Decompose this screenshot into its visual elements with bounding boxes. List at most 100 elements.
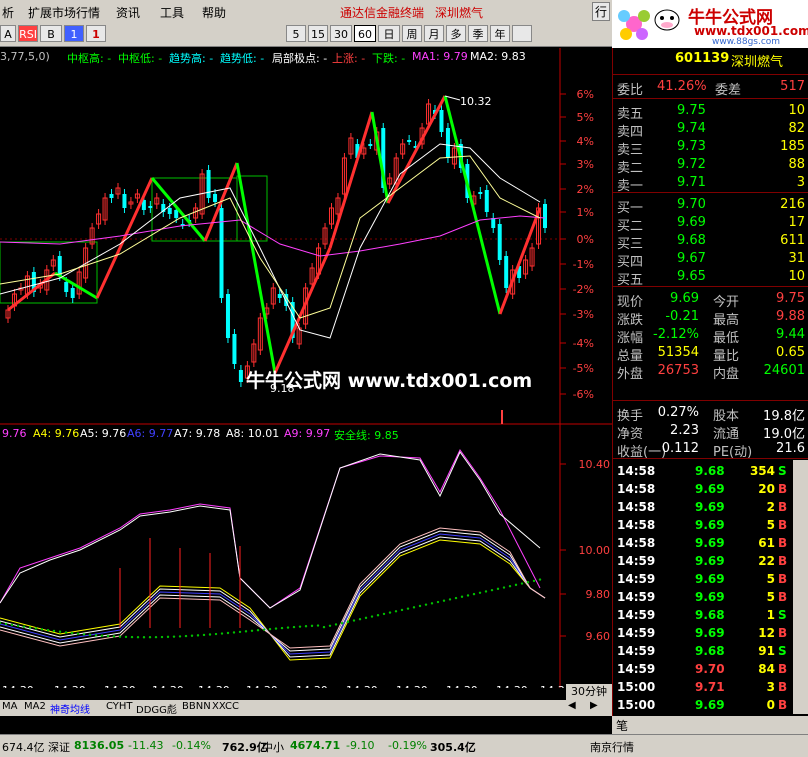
safety-line-dot [262,628,266,631]
period-year[interactable] [512,25,532,42]
toolbar-button[interactable]: 1 [86,25,106,42]
bid-row: 买一 9.70 216 [617,197,805,216]
time-label: 14:30 [2,684,34,688]
tab-xxcc[interactable]: XXCC [212,701,239,712]
candle-body-down [238,370,243,382]
toolbar-button[interactable]: RSI [18,25,38,42]
candle-body-down [174,210,179,218]
trade-row: 14:59 9.69 12 B [617,626,788,640]
menu-item[interactable]: 析 [2,4,14,21]
menu-item-market[interactable]: 扩展市场行情 [28,4,100,21]
market-button[interactable]: 行 [592,2,611,21]
scroll-right-icon[interactable]: ▶ [590,700,598,711]
stock-code: 601139 [675,51,730,66]
logo: 牛牛公式网 www.tdx001.com www.88gs.com [612,0,808,49]
period-5min[interactable]: 15 [308,25,328,42]
time-label: 14:30 [246,684,278,688]
safety-line-dot [316,624,320,627]
safety-line-dot [4,622,8,626]
tab-ma[interactable]: MA [2,701,17,712]
watermark: 牛牛公式网 www.tdx001.com [246,370,533,392]
period-season[interactable]: 年 [490,25,510,42]
axis-label-pct: -4% [573,337,594,350]
tab-ma2[interactable]: MA2 [24,701,46,712]
title-stock-name: 深圳燃气 [435,6,484,20]
safety-line-dot [418,604,422,608]
a9-line [0,449,541,609]
axis-label-pct: 2% [577,183,594,196]
ma1-line [0,215,546,257]
safety-line-dot [142,636,146,639]
safety-line-dot [22,625,26,628]
toolbar-button[interactable]: 1 [64,25,84,42]
ask-row: 卖五 9.75 10 [617,103,805,122]
toolbar-button-rsi[interactable]: B [40,25,62,42]
status-item: 305.4亿 [430,741,476,754]
menu-item-news[interactable]: 资讯 [116,4,140,21]
time-label: 14:30 [446,684,478,688]
tab-cyht[interactable]: CYHT [106,701,133,712]
safety-line-dot [160,635,164,639]
menu-item-tools[interactable]: 工具 [160,4,184,21]
safety-line-dot [412,606,416,609]
safety-line-dot [292,625,296,629]
trade-row: 14:58 9.68 354 S [617,464,787,478]
safety-line-dot [400,608,404,612]
safety-line-dot [136,635,140,639]
status-item: -11.43 [128,739,164,752]
axis-label-pct: -6% [573,388,594,401]
period-60min[interactable]: 日 [378,25,400,42]
candle-body-down [213,194,218,202]
safety-line-dot [364,616,368,620]
period-week[interactable]: 月 [424,25,444,42]
safety-line-dot [274,627,278,630]
status-item: 674.4亿 [2,741,45,754]
candle-body-down [368,144,373,146]
safety-line-dot [76,632,80,635]
tab-trade-ticks[interactable]: 笔 [616,717,628,734]
safety-line-dot [388,611,392,614]
trades-scrollbar[interactable] [793,460,808,714]
cow-icon [654,9,680,31]
candle-body-down [543,204,547,228]
safety-line-dot [466,594,470,597]
safety-line-dot [82,633,86,636]
safety-line-dot [16,624,20,627]
period-label[interactable]: 30分钟 [566,684,612,700]
indicator-tabs: MA MA2 神奇均线 CYHT DDGG彪 BBNN XXCC ◀ ▶ [0,700,612,716]
status-bar: 674.4亿 深证 8136.05 -11.43 -0.14% 762.9亿 中小 4674.… [0,734,808,757]
safety-line-dot [406,607,410,610]
period-multi[interactable]: 季 [468,25,488,42]
safety-line-dot [64,631,68,634]
safety-line-dot [460,595,464,598]
safety-line-dot [304,625,308,628]
quote-header: 601139 深圳燃气 [613,50,808,70]
safety-line-dot [178,635,182,638]
period-1min[interactable]: 5 [286,25,306,42]
safety-line-dot [124,635,128,639]
tab-ddgg[interactable]: DDGG彪 [136,701,177,716]
safety-line-dot [190,634,194,637]
period-30min[interactable]: 60 [354,25,376,42]
axis-label-pct: 0% [577,233,594,246]
safety-line-dot [328,624,332,627]
trade-row: 14:58 9.69 5 B [617,518,788,532]
menu-item-help[interactable]: 帮助 [202,4,226,21]
toolbar-button[interactable]: A [0,25,16,42]
period-month[interactable]: 多 [446,25,466,42]
scroll-left-icon[interactable]: ◀ [568,700,576,711]
tab-bbnn[interactable]: BBNN [182,701,211,712]
period-15min[interactable]: 30 [330,25,352,42]
trade-row: 15:00 9.69 0 B [617,698,788,712]
period-day[interactable]: 周 [402,25,422,42]
trade-row: 14:59 9.69 22 B [617,554,788,568]
safety-line-dot [502,586,506,589]
stat2-row: 换手 0.27% 股本 19.8亿 [617,405,805,424]
candle-body-down [277,294,282,298]
axis-label-sub: 9.60 [586,630,611,643]
safety-line-dot [322,625,326,629]
safety-line-dot [40,628,44,631]
tab-shenqi[interactable]: 神奇均线 [50,701,90,716]
candle-body-down [57,256,62,276]
candle-body-down [70,288,75,298]
